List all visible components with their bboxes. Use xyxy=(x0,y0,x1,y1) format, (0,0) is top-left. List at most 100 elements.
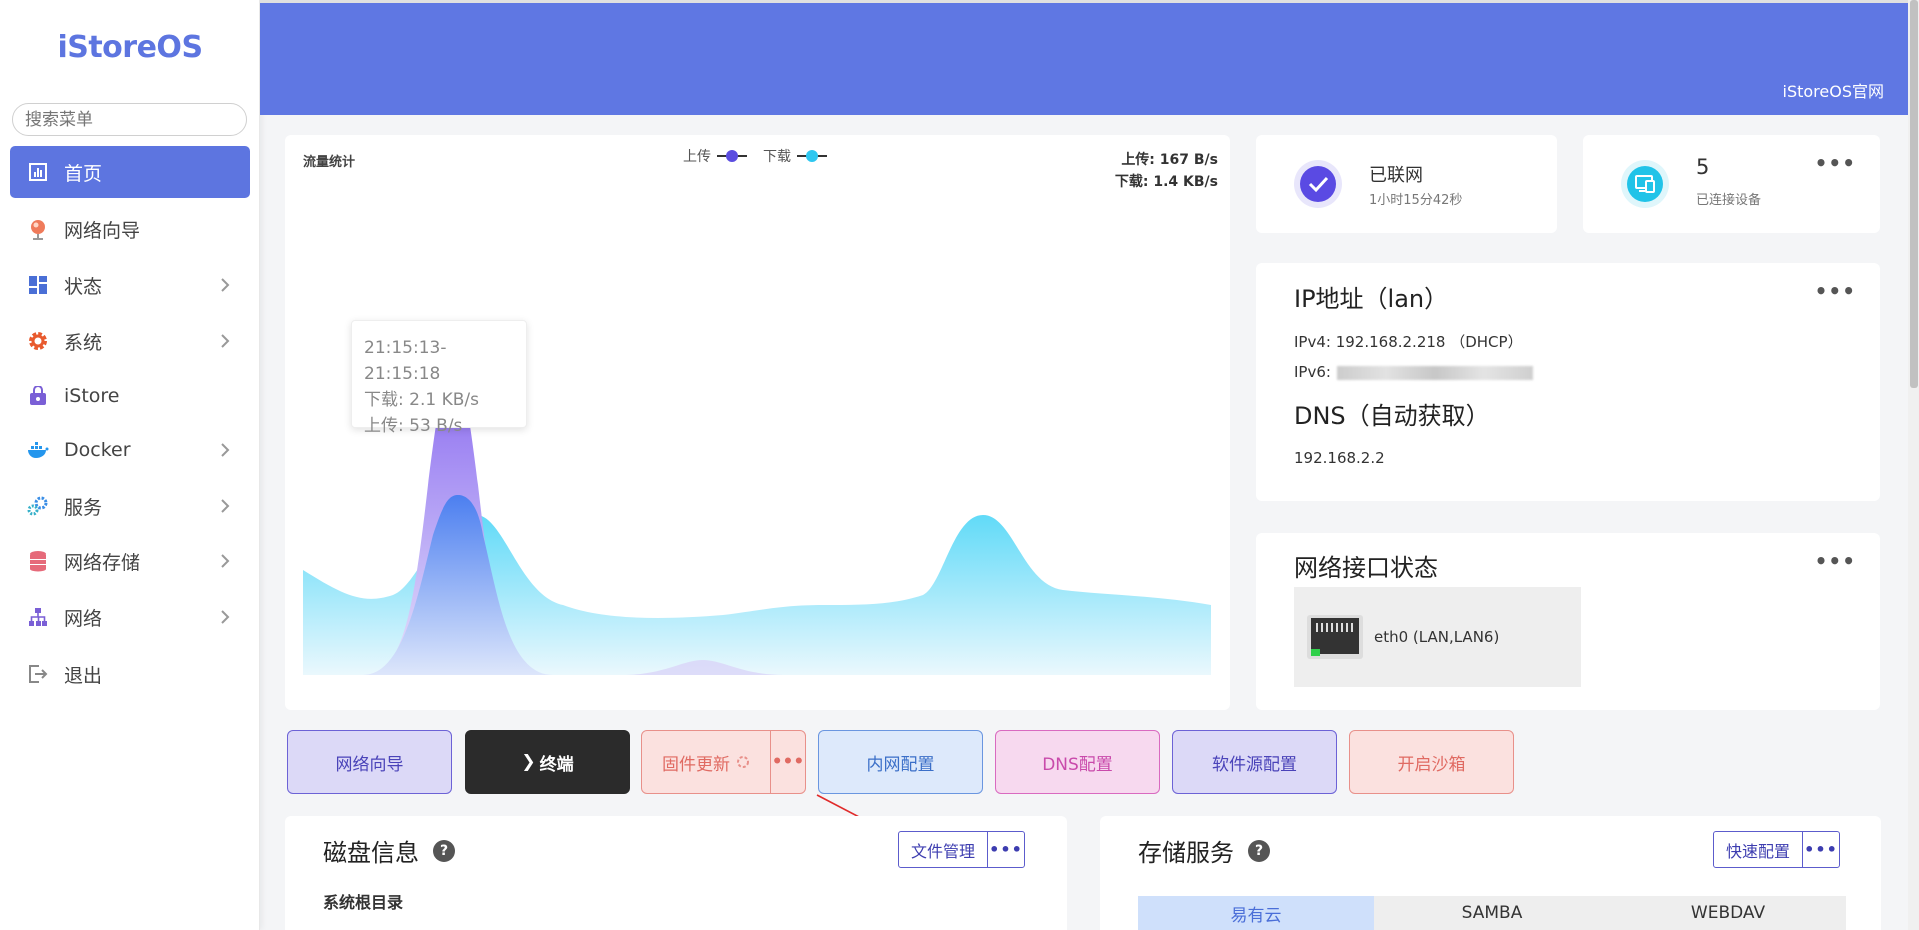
file-manager-button[interactable]: 文件管理 xyxy=(899,832,989,867)
tab-webdav[interactable]: WEBDAV xyxy=(1610,896,1846,930)
storage-more-button[interactable]: ••• xyxy=(1803,832,1839,867)
devices-card: 5 已连接设备 ••• xyxy=(1583,135,1880,233)
globe-icon xyxy=(26,217,50,241)
chevron-right-icon xyxy=(221,278,230,292)
firmware-update-label: 固件更新 xyxy=(662,754,730,775)
interface-port[interactable]: eth0 (LAN,LAN6) xyxy=(1294,587,1581,687)
ip-more-button[interactable]: ••• xyxy=(1815,279,1856,303)
storage-title: 存储服务? xyxy=(1138,833,1270,868)
header-bar: iStoreOS官网 xyxy=(260,3,1908,115)
sidebar-item-label: 网络存储 xyxy=(64,551,141,574)
gear-icon xyxy=(26,329,50,353)
download-rate: 下载: 1.4 KB/s xyxy=(1114,174,1218,190)
internet-status: 已联网 xyxy=(1369,165,1423,186)
chart-legend[interactable]: 上传 下载 xyxy=(683,146,843,166)
legend-upload-label: 上传 xyxy=(683,149,711,165)
search-input[interactable] xyxy=(12,103,247,136)
sidebar-item-network[interactable]: 网络 xyxy=(10,591,250,643)
sidebar-item-status[interactable]: 状态 xyxy=(10,259,250,311)
storage-title-text: 存储服务 xyxy=(1138,839,1234,867)
network-tree-icon xyxy=(26,605,50,629)
terminal-button[interactable]: ❯ 终端 xyxy=(465,730,630,794)
ethernet-port-icon xyxy=(1307,615,1363,659)
scrollbar-thumb[interactable] xyxy=(1910,0,1918,388)
sidebar-item-logout[interactable]: 退出 xyxy=(10,648,250,700)
legend-download-label: 下载 xyxy=(763,149,791,165)
interface-port-label: eth0 (LAN,LAN6) xyxy=(1374,628,1500,646)
uptime: 1小时15分42秒 xyxy=(1369,193,1463,208)
upload-rate: 上传: 167 B/s xyxy=(1121,152,1218,168)
tab-samba[interactable]: SAMBA xyxy=(1374,896,1610,930)
chevron-right-icon xyxy=(221,554,230,568)
sidebar: iStoreOS 首页 网络向导 状态 系统 iStore xyxy=(0,0,260,930)
sidebar-item-istore[interactable]: iStore xyxy=(10,370,250,422)
sidebar-item-label: Docker xyxy=(64,439,131,461)
legend-upload-swatch xyxy=(717,149,747,163)
traffic-title: 流量统计 xyxy=(303,155,356,170)
sidebar-item-docker[interactable]: Docker xyxy=(10,424,250,476)
dns-address: 192.168.2.2 xyxy=(1294,449,1385,467)
interface-status-card: 网络接口状态 ••• eth0 (LAN,LAN6) xyxy=(1256,533,1880,710)
lan-config-button[interactable]: 内网配置 xyxy=(818,730,983,794)
dns-config-button[interactable]: DNS配置 xyxy=(995,730,1160,794)
tab-yiyouyun[interactable]: 易有云 xyxy=(1138,896,1374,930)
dns-title: DNS（自动获取） xyxy=(1294,402,1490,430)
firmware-more-button[interactable]: ••• xyxy=(770,731,805,793)
interfaces-more-button[interactable]: ••• xyxy=(1815,549,1856,573)
sidebar-item-label: 系统 xyxy=(64,331,103,354)
quick-config-split-button[interactable]: 快速配置 ••• xyxy=(1713,831,1841,868)
wizard-button[interactable]: 网络向导 xyxy=(287,730,452,794)
chevron-right-icon xyxy=(221,499,230,513)
root-dir-label: 系统根目录 xyxy=(323,893,404,912)
grid-icon xyxy=(26,273,50,297)
file-manager-split-button[interactable]: 文件管理 ••• xyxy=(898,831,1026,868)
tooltip-time: 21:15:13-21:15:18 xyxy=(364,338,447,384)
database-icon xyxy=(26,549,50,573)
ipv4-address: IPv4: 192.168.2.218 （DHCP） xyxy=(1294,333,1523,351)
quick-config-button[interactable]: 快速配置 xyxy=(1714,832,1804,867)
check-circle-icon xyxy=(1294,160,1342,208)
sidebar-item-wizard[interactable]: 网络向导 xyxy=(10,203,250,255)
sidebar-item-home[interactable]: 首页 xyxy=(10,146,250,198)
sidebar-item-label: 服务 xyxy=(64,496,103,519)
ipv6-label: IPv6: xyxy=(1294,363,1331,381)
devices-more-button[interactable]: ••• xyxy=(1815,151,1856,175)
ip-title: IP地址（lan） xyxy=(1294,285,1449,313)
disk-more-button[interactable]: ••• xyxy=(988,832,1024,867)
tooltip-upload: 上传: 53 B/s xyxy=(364,416,463,436)
logo: iStoreOS xyxy=(57,30,203,65)
device-count: 5 xyxy=(1696,155,1710,179)
terminal-prefix-icon: ❯ xyxy=(521,752,536,772)
help-icon[interactable]: ? xyxy=(433,839,455,862)
chevron-right-icon xyxy=(221,610,230,624)
ip-address-card: IP地址（lan） ••• IPv4: 192.168.2.218 （DHCP）… xyxy=(1256,263,1880,501)
interfaces-title: 网络接口状态 xyxy=(1294,554,1438,582)
devices-icon xyxy=(1621,160,1669,208)
ipv6-address: IPv6: xyxy=(1294,363,1533,381)
sidebar-item-label: 首页 xyxy=(64,162,103,185)
chevron-right-icon xyxy=(221,443,230,457)
chevron-right-icon xyxy=(221,334,230,348)
storage-service-card: 存储服务? 快速配置 ••• 易有云 SAMBA WEBDAV xyxy=(1100,816,1881,930)
official-site-link[interactable]: iStoreOS官网 xyxy=(1783,78,1885,102)
help-icon[interactable]: ? xyxy=(1248,839,1270,862)
sidebar-item-nas[interactable]: 网络存储 xyxy=(10,535,250,587)
sidebar-item-services[interactable]: 服务 xyxy=(10,480,250,532)
dashboard-icon xyxy=(26,160,50,184)
sidebar-item-label: iStore xyxy=(64,385,120,407)
docker-icon xyxy=(26,438,50,462)
legend-download-swatch xyxy=(797,149,827,163)
current-rates: 上传: 167 B/s 下载: 1.4 KB/s xyxy=(1115,149,1218,193)
storage-tabs: 易有云 SAMBA WEBDAV xyxy=(1138,896,1846,930)
sidebar-item-system[interactable]: 系统 xyxy=(10,315,250,367)
software-source-button[interactable]: 软件源配置 xyxy=(1172,730,1337,794)
sandbox-button[interactable]: 开启沙箱 xyxy=(1349,730,1514,794)
sidebar-item-label: 网络向导 xyxy=(64,219,141,242)
shopping-bag-icon xyxy=(26,384,50,408)
services-icon xyxy=(26,494,50,518)
disk-title: 磁盘信息? xyxy=(323,833,455,868)
disk-info-card: 磁盘信息? 文件管理 ••• 系统根目录 xyxy=(285,816,1067,930)
tooltip-download: 下载: 2.1 KB/s xyxy=(364,390,479,410)
terminal-label: 终端 xyxy=(539,754,574,775)
firmware-update-button[interactable]: 固件更新 ••• xyxy=(641,730,806,794)
